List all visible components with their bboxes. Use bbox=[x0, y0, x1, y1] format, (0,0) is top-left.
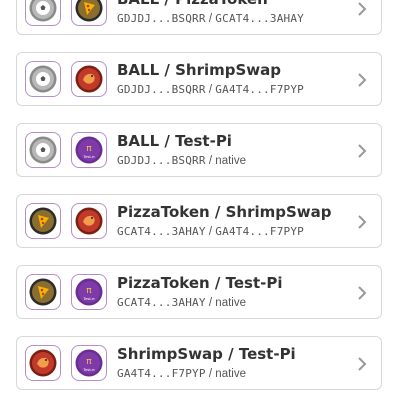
address-separator: / bbox=[205, 13, 216, 25]
test-pi-logo-text: Test-π bbox=[82, 296, 95, 301]
quote-token-frame: π Test-π bbox=[71, 274, 107, 310]
base-address: GDJDJ...BSQRR bbox=[117, 12, 206, 25]
shrimp-coin-icon bbox=[75, 65, 103, 93]
shrimp-coin-icon bbox=[75, 207, 103, 235]
base-address: GCAT4...3AHAY bbox=[117, 225, 206, 238]
pair-title: BALL / Test-Pi bbox=[117, 132, 232, 150]
quote-token-frame bbox=[71, 203, 107, 239]
address-separator: / bbox=[205, 297, 216, 309]
test-pi-coin-icon: π Test-π bbox=[75, 349, 103, 377]
quote-address: GA4T4...F7PYP bbox=[215, 225, 304, 238]
quote-address: GCAT4...3AHAY bbox=[215, 12, 304, 25]
address-separator: / bbox=[205, 368, 216, 380]
test-pi-logo-text: Test-π bbox=[82, 154, 95, 159]
quote-token-frame: π Test-π bbox=[71, 345, 107, 381]
pair-title: ShrimpSwap / Test-Pi bbox=[117, 345, 296, 363]
pair-addresses: GA4T4...F7PYP / native bbox=[117, 367, 246, 380]
quote-token-frame bbox=[71, 61, 107, 97]
base-address: GDJDJ...BSQRR bbox=[117, 154, 206, 167]
pair-card[interactable]: π Test-π BALL / Test-Pi GDJDJ...BSQRR / … bbox=[16, 123, 382, 177]
quote-token-frame: π Test-π bbox=[71, 132, 107, 168]
pizza-coin-icon bbox=[29, 278, 57, 306]
pair-addresses: GCAT4...3AHAY / native bbox=[117, 296, 246, 309]
base-token-frame bbox=[25, 61, 61, 97]
test-pi-coin-icon: π Test-π bbox=[75, 136, 103, 164]
pair-card[interactable]: BALL / PizzaToken GDJDJ...BSQRR / GCAT4.… bbox=[16, 0, 382, 35]
base-address: GDJDJ...BSQRR bbox=[117, 83, 206, 96]
pair-title: PizzaToken / ShrimpSwap bbox=[117, 203, 332, 221]
chevron-right-icon bbox=[358, 2, 367, 16]
base-token-frame bbox=[25, 345, 61, 381]
test-pi-coin-icon: π Test-π bbox=[75, 278, 103, 306]
pair-card[interactable]: π Test-π ShrimpSwap / Test-Pi GA4T4...F7… bbox=[16, 336, 382, 390]
chevron-right-icon bbox=[358, 286, 367, 300]
quote-address: GA4T4...F7PYP bbox=[215, 83, 304, 96]
quote-token-frame bbox=[71, 0, 107, 26]
pair-title: PizzaToken / Test-Pi bbox=[117, 274, 283, 292]
svg-text:π: π bbox=[86, 357, 92, 367]
shrimp-coin-icon bbox=[29, 349, 57, 377]
pair-addresses: GDJDJ...BSQRR / GA4T4...F7PYP bbox=[117, 83, 304, 96]
pair-addresses: GDJDJ...BSQRR / GCAT4...3AHAY bbox=[117, 12, 304, 25]
svg-text:π: π bbox=[86, 286, 92, 296]
test-pi-logo-text: Test-π bbox=[82, 367, 95, 372]
pizza-coin-icon bbox=[29, 207, 57, 235]
address-separator: / bbox=[205, 155, 216, 167]
pizza-coin-icon bbox=[75, 0, 103, 22]
base-token-frame bbox=[25, 203, 61, 239]
chevron-right-icon bbox=[358, 357, 367, 371]
pair-card[interactable]: π Test-π PizzaToken / Test-Pi GCAT4...3A… bbox=[16, 265, 382, 319]
pair-addresses: GCAT4...3AHAY / GA4T4...F7PYP bbox=[117, 225, 304, 238]
base-address: GCAT4...3AHAY bbox=[117, 296, 206, 309]
chevron-right-icon bbox=[358, 73, 367, 87]
pair-title: BALL / PizzaToken bbox=[117, 0, 268, 8]
pair-card[interactable]: PizzaToken / ShrimpSwap GCAT4...3AHAY / … bbox=[16, 194, 382, 248]
pair-addresses: GDJDJ...BSQRR / native bbox=[117, 154, 246, 167]
pair-card[interactable]: BALL / ShrimpSwap GDJDJ...BSQRR / GA4T4.… bbox=[16, 52, 382, 106]
quote-address: native bbox=[215, 155, 246, 167]
pair-title: BALL / ShrimpSwap bbox=[117, 61, 281, 79]
svg-text:π: π bbox=[86, 144, 92, 154]
chevron-right-icon bbox=[358, 144, 367, 158]
base-address: GA4T4...F7PYP bbox=[117, 367, 206, 380]
chevron-right-icon bbox=[358, 215, 367, 229]
address-separator: / bbox=[205, 84, 216, 96]
ball-coin-icon bbox=[29, 65, 57, 93]
quote-address: native bbox=[215, 297, 246, 309]
base-token-frame bbox=[25, 132, 61, 168]
ball-coin-icon bbox=[29, 0, 57, 22]
base-token-frame bbox=[25, 0, 61, 26]
address-separator: / bbox=[205, 226, 216, 238]
ball-coin-icon bbox=[29, 136, 57, 164]
quote-address: native bbox=[215, 368, 246, 380]
base-token-frame bbox=[25, 274, 61, 310]
